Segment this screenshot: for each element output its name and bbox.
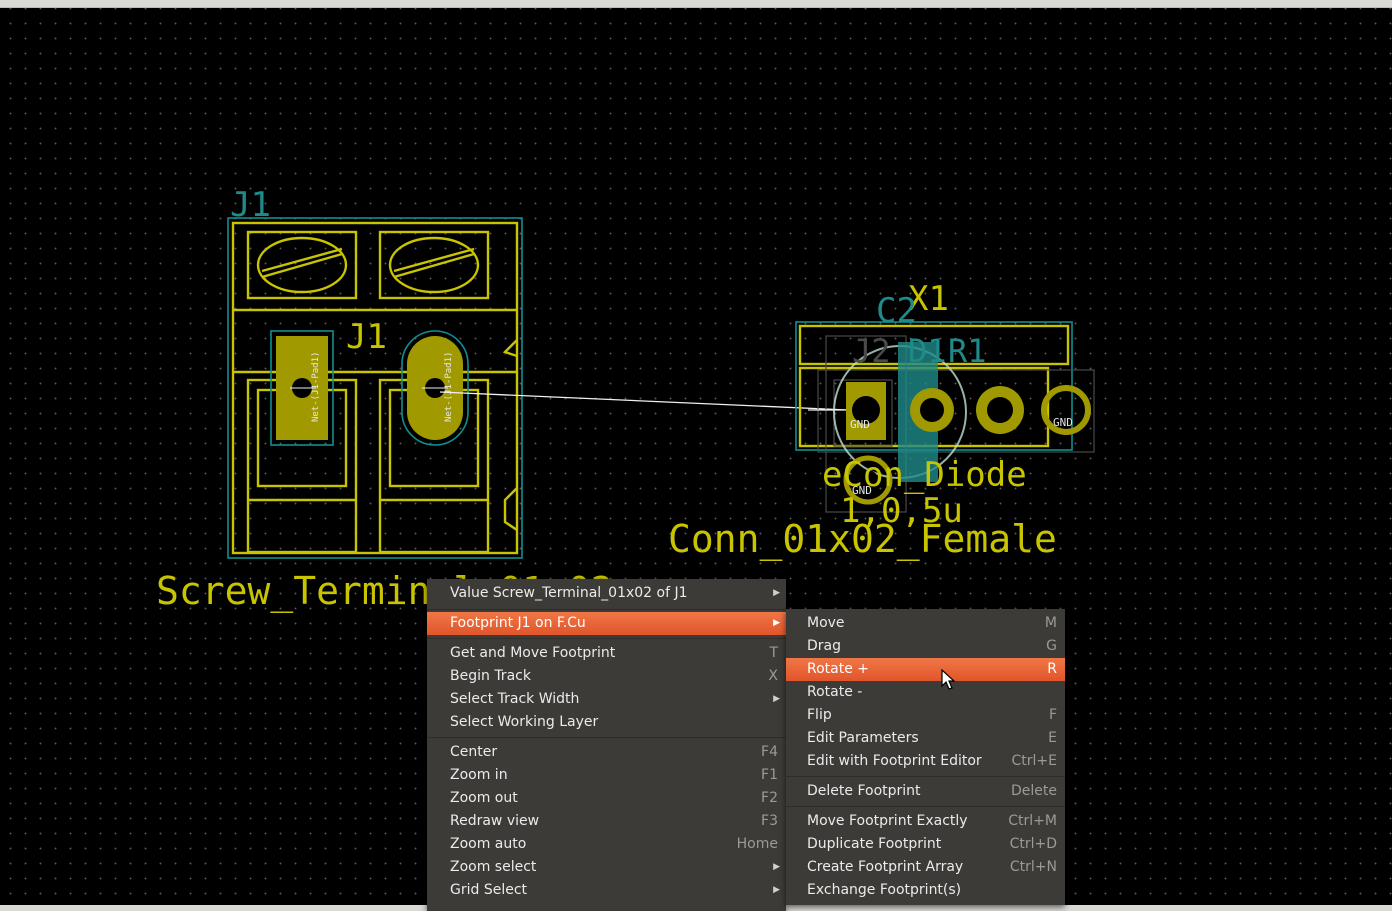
menu-shortcut: E: [1048, 730, 1057, 746]
menu-item-center[interactable]: Center F4: [427, 741, 786, 764]
menu-item-label: Delete Footprint: [807, 783, 921, 799]
menu-item-value[interactable]: Value Screw_Terminal_01x02 of J1 ▶: [427, 582, 786, 605]
menu-item-label: Grid Select: [450, 882, 528, 898]
submenu-arrow-icon: ▶: [773, 694, 780, 704]
mouse-cursor-icon: [941, 669, 956, 690]
submenu-item-delete-footprint[interactable]: Delete Footprint Delete: [786, 780, 1065, 803]
menu-item-value-label: Value Screw_Terminal_01x02 of J1: [450, 585, 688, 601]
submenu-item-rotate-minus[interactable]: Rotate -: [786, 681, 1065, 704]
menu-shortcut: F1: [761, 767, 778, 783]
menu-item-redraw-view[interactable]: Redraw view F3: [427, 810, 786, 833]
r1-ref: R1: [948, 332, 987, 370]
menu-separator: [786, 806, 1065, 807]
menu-shortcut: G: [1046, 638, 1057, 654]
overlap-value-1: eCon_Diode: [822, 455, 1027, 495]
menu-item-label: Get and Move Footprint: [450, 645, 616, 661]
menu-item-label: Rotate +: [807, 661, 870, 677]
menu-item-footprint-label: Footprint J1 on F.Cu: [450, 615, 586, 631]
menu-item-label: Rotate -: [807, 684, 863, 700]
gnd-label-1: GND: [850, 418, 870, 431]
menu-shortcut: Ctrl+M: [1008, 813, 1057, 829]
menu-shortcut: Ctrl+N: [1009, 859, 1057, 875]
menu-shortcut: F4: [761, 744, 778, 760]
menu-item-begin-track[interactable]: Begin Track X: [427, 665, 786, 688]
menu-separator: [427, 609, 786, 610]
menu-item-label: Redraw view: [450, 813, 540, 829]
menu-item-label: Edit with Footprint Editor: [807, 753, 982, 769]
menu-item-footprint[interactable]: Footprint J1 on F.Cu ▶: [427, 612, 786, 635]
j1-pad2-net: Net-(J1-Pad1): [444, 352, 454, 422]
j2-ref: J2: [852, 332, 891, 370]
submenu-item-exchange[interactable]: Exchange Footprint(s): [786, 879, 1065, 902]
submenu-item-duplicate[interactable]: Duplicate Footprint Ctrl+D: [786, 833, 1065, 856]
submenu-item-flip[interactable]: Flip F: [786, 704, 1065, 727]
menu-item-label: Move: [807, 615, 845, 631]
menu-item-label: Edit Parameters: [807, 730, 919, 746]
context-menu[interactable]: Value Screw_Terminal_01x02 of J1 ▶ Footp…: [427, 579, 786, 911]
menu-item-label: Zoom auto: [450, 836, 527, 852]
menu-separator: [786, 776, 1065, 777]
menu-item-label: Zoom select: [450, 859, 537, 875]
menu-item-select-working-layer[interactable]: Select Working Layer: [427, 711, 786, 734]
submenu-item-create-array[interactable]: Create Footprint Array Ctrl+N: [786, 856, 1065, 879]
menu-item-zoom-in[interactable]: Zoom in F1: [427, 764, 786, 787]
menu-item-label: Flip: [807, 707, 832, 723]
menu-item-get-move-footprint[interactable]: Get and Move Footprint T: [427, 642, 786, 665]
ratsnest-line: [439, 391, 849, 411]
footprint-submenu[interactable]: Move M Drag G Rotate + R Rotate - Flip F…: [786, 609, 1065, 905]
menu-item-label: Zoom out: [450, 790, 518, 806]
menu-shortcut: X: [768, 668, 778, 684]
j1-pad1-net: Net-(J1-Pad1): [311, 352, 321, 422]
menu-item-label: Drag: [807, 638, 842, 654]
submenu-item-rotate-plus[interactable]: Rotate + R: [786, 658, 1065, 681]
submenu-item-drag[interactable]: Drag G: [786, 635, 1065, 658]
menu-shortcut: T: [769, 645, 778, 661]
menu-item-label: Select Track Width: [450, 691, 580, 707]
menu-separator: [427, 638, 786, 639]
gnd-label-2: GND: [1053, 416, 1073, 429]
menu-shortcut: M: [1044, 615, 1057, 631]
menu-shortcut: Delete: [1011, 783, 1057, 799]
menu-item-label: Move Footprint Exactly: [807, 813, 968, 829]
submenu-item-move[interactable]: Move M: [786, 612, 1065, 635]
footprint-j1: Net-(J1-Pad1) Net-(J1-Pad1) J1 J1 Screw_…: [156, 185, 614, 614]
submenu-arrow-icon: ▶: [773, 885, 780, 895]
menu-shortcut: F3: [761, 813, 778, 829]
menu-item-label: Create Footprint Array: [807, 859, 964, 875]
menu-item-grid-select[interactable]: Grid Select ▶: [427, 879, 786, 902]
menu-item-zoom-select[interactable]: Zoom select ▶: [427, 856, 786, 879]
submenu-item-move-exactly[interactable]: Move Footprint Exactly Ctrl+M: [786, 810, 1065, 833]
footprint-cluster: X1 C2 J2 D1 R1 GND GND GND eCon_Diode 1,…: [668, 279, 1095, 562]
submenu-item-edit-footprint-editor[interactable]: Edit with Footprint Editor Ctrl+E: [786, 750, 1065, 773]
menu-shortcut: Ctrl+E: [1011, 753, 1058, 769]
menu-shortcut: Home: [736, 836, 778, 852]
submenu-arrow-icon: ▶: [773, 862, 780, 872]
menu-item-label: Duplicate Footprint: [807, 836, 942, 852]
conn-value: Conn_01x02_Female: [668, 517, 1057, 562]
menu-item-zoom-out[interactable]: Zoom out F2: [427, 787, 786, 810]
submenu-arrow-icon: ▶: [773, 618, 780, 628]
menu-item-label: Begin Track: [450, 668, 531, 684]
menu-item-label: Exchange Footprint(s): [807, 882, 962, 898]
j1-ref-center: J1: [346, 317, 387, 357]
menu-item-zoom-auto[interactable]: Zoom auto Home: [427, 833, 786, 856]
d1-ref: D1: [908, 332, 947, 370]
menu-item-select-track-width[interactable]: Select Track Width ▶: [427, 688, 786, 711]
menu-shortcut: F: [1048, 707, 1057, 723]
menu-shortcut: Ctrl+D: [1009, 836, 1057, 852]
submenu-item-edit-parameters[interactable]: Edit Parameters E: [786, 727, 1065, 750]
menu-shortcut: R: [1047, 661, 1057, 677]
j1-ref-top: J1: [230, 185, 271, 225]
menu-item-label: Zoom in: [450, 767, 508, 783]
menu-separator: [427, 737, 786, 738]
c2-ref: C2: [876, 291, 917, 331]
menu-item-label: Center: [450, 744, 498, 760]
submenu-arrow-icon: ▶: [773, 588, 780, 598]
menu-shortcut: F2: [761, 790, 778, 806]
menu-item-label: Select Working Layer: [450, 714, 599, 730]
